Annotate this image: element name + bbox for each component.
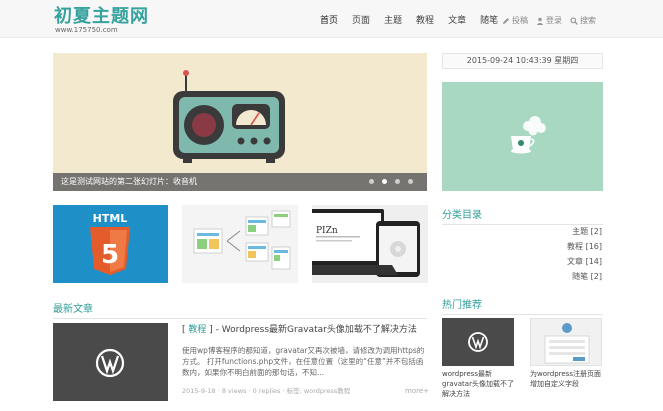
login-label: 登录 <box>546 16 562 25</box>
nav-item-tutorials[interactable]: 教程 <box>416 15 434 27</box>
slider-dot[interactable] <box>408 179 413 184</box>
nav-item-pages[interactable]: 页面 <box>352 15 370 27</box>
latest-divider <box>53 318 427 319</box>
category-name: 随笔 <box>572 272 589 281</box>
header-tools: 投稿 登录 搜索 <box>502 15 604 27</box>
categories-title: 分类目录 <box>442 210 482 221</box>
thumb-laptop[interactable]: PIZn <box>312 205 428 283</box>
slider-dots <box>361 179 413 184</box>
hot-thumbnail-2[interactable] <box>530 318 602 366</box>
html5-shield-number: 5 <box>101 240 119 270</box>
category-name: 教程 <box>567 242 584 251</box>
category-item[interactable]: 主题 [2] <box>530 226 602 238</box>
category-count: [2] <box>590 227 602 236</box>
thumb-flow-diagram[interactable] <box>182 205 298 283</box>
logo-title[interactable]: 初夏主题网 <box>54 7 149 26</box>
search-icon <box>570 17 578 25</box>
latest-posts-title: 最新文章 <box>53 304 93 315</box>
post-bracket-close: ] <box>209 325 213 335</box>
hot-caption-1[interactable]: wordpress最新gravatar头像加载不了解决方法 <box>442 369 518 399</box>
slider-dot[interactable] <box>369 179 374 184</box>
laptop-screen-text: PIZn <box>316 226 338 236</box>
html5-logo: HTML 5 <box>90 212 130 275</box>
category-item[interactable]: 随笔 [2] <box>530 271 602 283</box>
nav-item-themes[interactable]: 主题 <box>384 15 402 27</box>
hot-caption-2[interactable]: 为wordpress注册页面增加自定义字段 <box>530 369 606 389</box>
category-name: 文章 <box>567 257 584 266</box>
laptop-illustration: PIZn <box>312 205 428 283</box>
tea-cup-illustration <box>511 116 546 154</box>
submit-link[interactable]: 投稿 <box>502 15 528 27</box>
slider-caption: 这是测试网站的第二张幻灯片：收音机 <box>61 177 197 186</box>
slider-caption-bar: 这是测试网站的第二张幻灯片：收音机 <box>53 173 427 191</box>
nav-item-essays[interactable]: 随笔 <box>480 15 498 27</box>
wordpress-logo-icon <box>95 348 125 378</box>
wordpress-logo-icon <box>468 332 488 352</box>
category-item[interactable]: 文章 [14] <box>530 256 602 268</box>
radio-illustration <box>173 70 285 163</box>
search-link[interactable]: 搜索 <box>570 15 596 27</box>
category-name: 主题 <box>572 227 589 236</box>
more-link[interactable]: more+ <box>405 386 429 396</box>
hero-slider[interactable]: 这是测试网站的第二张幻灯片：收音机 <box>53 53 427 191</box>
slider-dot-active[interactable] <box>382 179 387 184</box>
category-count: [2] <box>590 272 602 281</box>
hot-thumbnail-1[interactable] <box>442 318 514 366</box>
hot-divider <box>442 314 603 315</box>
category-list: 主题 [2] 教程 [16] 文章 [14] 随笔 [2] <box>530 226 602 286</box>
slider-dot[interactable] <box>395 179 400 184</box>
thumb-html5[interactable]: HTML 5 <box>53 205 168 283</box>
pencil-icon <box>503 18 509 24</box>
post-bracket-open: [ <box>182 325 186 335</box>
post-meta: 2015-9-18 · 8 views · 0 replies · 标签: wo… <box>182 387 351 395</box>
site-header: 初夏主题网 www.175750.com 首页 页面 主题 教程 文章 随笔 投… <box>0 0 663 38</box>
post-title-link[interactable]: [ 教程 ] - Wordpress最新Gravatar头像加载不了解决方法 <box>182 324 417 336</box>
nav-item-articles[interactable]: 文章 <box>448 15 466 27</box>
html5-label: HTML <box>93 212 128 225</box>
logo-url: www.175750.com <box>55 26 118 34</box>
tea-cup-banner[interactable] <box>442 82 603 191</box>
post-thumbnail[interactable] <box>53 323 168 401</box>
search-label: 搜索 <box>580 16 596 25</box>
login-link[interactable]: 登录 <box>536 15 562 27</box>
category-count: [14] <box>585 257 602 266</box>
nav-item-home[interactable]: 首页 <box>320 15 338 27</box>
hot-posts-title: 热门推荐 <box>442 300 482 311</box>
user-icon <box>536 17 544 25</box>
flow-diagram-illustration <box>193 210 291 270</box>
site-logo[interactable]: 初夏主题网 www.175750.com <box>54 7 149 34</box>
post-title-text[interactable]: - Wordpress最新Gravatar头像加载不了解决方法 <box>216 325 417 335</box>
registration-form-illustration <box>544 323 590 364</box>
post-excerpt: 使用wp博客程序的都知道，gravatar又再次被墙，请修改为调用https的方… <box>182 346 425 377</box>
submit-label: 投稿 <box>512 16 528 25</box>
category-count: [16] <box>585 242 602 251</box>
date-time-display: 2015-09-24 10:43:39 星期四 <box>442 53 603 69</box>
category-item[interactable]: 教程 [16] <box>530 241 602 253</box>
main-nav: 首页 页面 主题 教程 文章 随笔 <box>320 15 512 27</box>
categories-divider <box>442 224 603 225</box>
post-category-link[interactable]: 教程 <box>188 325 206 335</box>
